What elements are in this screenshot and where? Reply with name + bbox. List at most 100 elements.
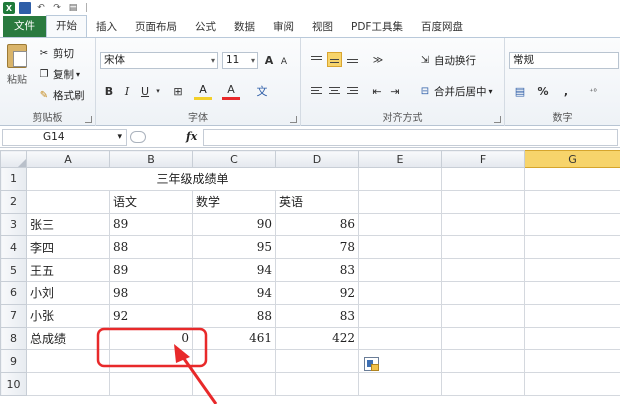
- cell[interactable]: [441, 303, 525, 328]
- name-box[interactable]: G14 ▾: [2, 129, 127, 146]
- tab-page-layout[interactable]: 页面布局: [126, 17, 186, 37]
- cell[interactable]: 小刘: [26, 280, 110, 305]
- cell[interactable]: 英语: [275, 189, 359, 214]
- tab-home[interactable]: 开始: [46, 15, 87, 37]
- tab-file[interactable]: 文件: [3, 16, 46, 37]
- paste-options-icon[interactable]: [364, 357, 379, 371]
- shrink-font-button[interactable]: A: [278, 53, 290, 71]
- cell[interactable]: 92: [109, 303, 193, 328]
- align-right-icon[interactable]: [345, 83, 360, 98]
- font-color-icon[interactable]: A: [222, 82, 240, 100]
- row-header[interactable]: 3: [0, 212, 27, 237]
- row-header[interactable]: 8: [0, 326, 27, 351]
- column-header-e[interactable]: E: [358, 150, 442, 168]
- row-header[interactable]: 4: [0, 235, 27, 260]
- tab-review[interactable]: 审阅: [264, 17, 303, 37]
- paste-button[interactable]: 粘贴: [4, 44, 30, 96]
- percent-button[interactable]: %: [537, 82, 549, 100]
- cell[interactable]: 98: [109, 280, 193, 305]
- cell[interactable]: [441, 258, 525, 282]
- cut-button[interactable]: ✂ 剪切: [38, 44, 74, 62]
- align-middle-icon[interactable]: [327, 52, 342, 67]
- cell[interactable]: [358, 280, 442, 305]
- redo-icon[interactable]: ↷: [51, 2, 63, 14]
- cell[interactable]: [441, 189, 525, 214]
- cell[interactable]: [524, 212, 620, 237]
- cell[interactable]: [358, 303, 442, 328]
- cell[interactable]: 语文: [109, 189, 193, 214]
- align-bottom-icon[interactable]: [345, 52, 360, 67]
- cell[interactable]: [26, 349, 110, 374]
- save-icon[interactable]: [19, 2, 31, 14]
- cell[interactable]: [524, 326, 620, 351]
- cell[interactable]: 94: [192, 280, 276, 305]
- cell[interactable]: [524, 258, 620, 282]
- align-center-icon[interactable]: [327, 83, 342, 98]
- cell[interactable]: [358, 372, 442, 396]
- align-top-icon[interactable]: [309, 52, 324, 67]
- row-header[interactable]: 10: [0, 372, 27, 396]
- cell[interactable]: 83: [275, 303, 359, 328]
- sheet-title-cell[interactable]: 三年级成绩单: [26, 167, 359, 191]
- cell[interactable]: [441, 280, 525, 305]
- cell[interactable]: [524, 303, 620, 328]
- cell[interactable]: [358, 212, 442, 237]
- column-header-c[interactable]: C: [192, 150, 276, 168]
- cell[interactable]: [26, 189, 110, 214]
- cell[interactable]: [358, 189, 442, 214]
- cell[interactable]: [26, 372, 110, 396]
- cell[interactable]: [441, 167, 525, 191]
- cell[interactable]: [109, 372, 193, 396]
- alignment-launcher-icon[interactable]: [494, 116, 501, 123]
- comma-button[interactable]: ,: [561, 82, 571, 100]
- tab-view[interactable]: 视图: [303, 17, 342, 37]
- cell[interactable]: 94: [192, 258, 276, 282]
- cell[interactable]: [441, 326, 525, 351]
- cell[interactable]: 张三: [26, 212, 110, 237]
- column-header-g[interactable]: G: [524, 150, 620, 168]
- cell[interactable]: 88: [109, 235, 193, 260]
- formula-input[interactable]: [203, 129, 618, 146]
- align-left-icon[interactable]: [309, 83, 324, 98]
- row-header[interactable]: 2: [0, 189, 27, 214]
- cell[interactable]: 数学: [192, 189, 276, 214]
- cell[interactable]: [441, 349, 525, 374]
- insert-function-icon[interactable]: fx: [186, 130, 197, 143]
- wrap-text-button[interactable]: ⇲ 自动换行: [419, 51, 476, 69]
- orientation-icon[interactable]: ≫: [369, 51, 387, 69]
- cell[interactable]: 89: [109, 212, 193, 237]
- select-all-corner[interactable]: [0, 150, 27, 168]
- cell[interactable]: 95: [192, 235, 276, 260]
- font-name-select[interactable]: 宋体 ▾: [100, 52, 218, 69]
- border-icon[interactable]: ⊞: [170, 82, 186, 100]
- cell[interactable]: [524, 372, 620, 396]
- fill-color-icon[interactable]: A: [194, 82, 212, 100]
- bold-button[interactable]: B: [102, 82, 116, 100]
- copy-button[interactable]: ❐ 复制 ▾: [38, 65, 81, 83]
- cell[interactable]: 92: [275, 280, 359, 305]
- cell[interactable]: [192, 372, 276, 396]
- column-header-a[interactable]: A: [26, 150, 110, 168]
- underline-button[interactable]: U: [138, 82, 152, 100]
- cell[interactable]: [441, 372, 525, 396]
- currency-icon[interactable]: ▤: [511, 82, 529, 100]
- cell[interactable]: [358, 167, 442, 191]
- cell[interactable]: 89: [109, 258, 193, 282]
- cell[interactable]: [358, 258, 442, 282]
- row-header[interactable]: 1: [0, 167, 27, 191]
- column-header-d[interactable]: D: [275, 150, 359, 168]
- cell[interactable]: [524, 349, 620, 374]
- cell[interactable]: 422: [275, 326, 359, 351]
- clipboard-launcher-icon[interactable]: [85, 116, 92, 123]
- cell[interactable]: 李四: [26, 235, 110, 260]
- cell[interactable]: 88: [192, 303, 276, 328]
- number-format-select[interactable]: 常规: [509, 52, 619, 69]
- increase-decimal-icon[interactable]: ⁺⁰: [583, 82, 603, 100]
- cell[interactable]: [275, 349, 359, 374]
- cell[interactable]: 总成绩: [26, 326, 110, 351]
- row-header[interactable]: 7: [0, 303, 27, 328]
- chevron-down-icon[interactable]: ▾: [154, 82, 162, 100]
- font-launcher-icon[interactable]: [290, 116, 297, 123]
- cell[interactable]: [358, 235, 442, 260]
- cell[interactable]: [524, 167, 620, 191]
